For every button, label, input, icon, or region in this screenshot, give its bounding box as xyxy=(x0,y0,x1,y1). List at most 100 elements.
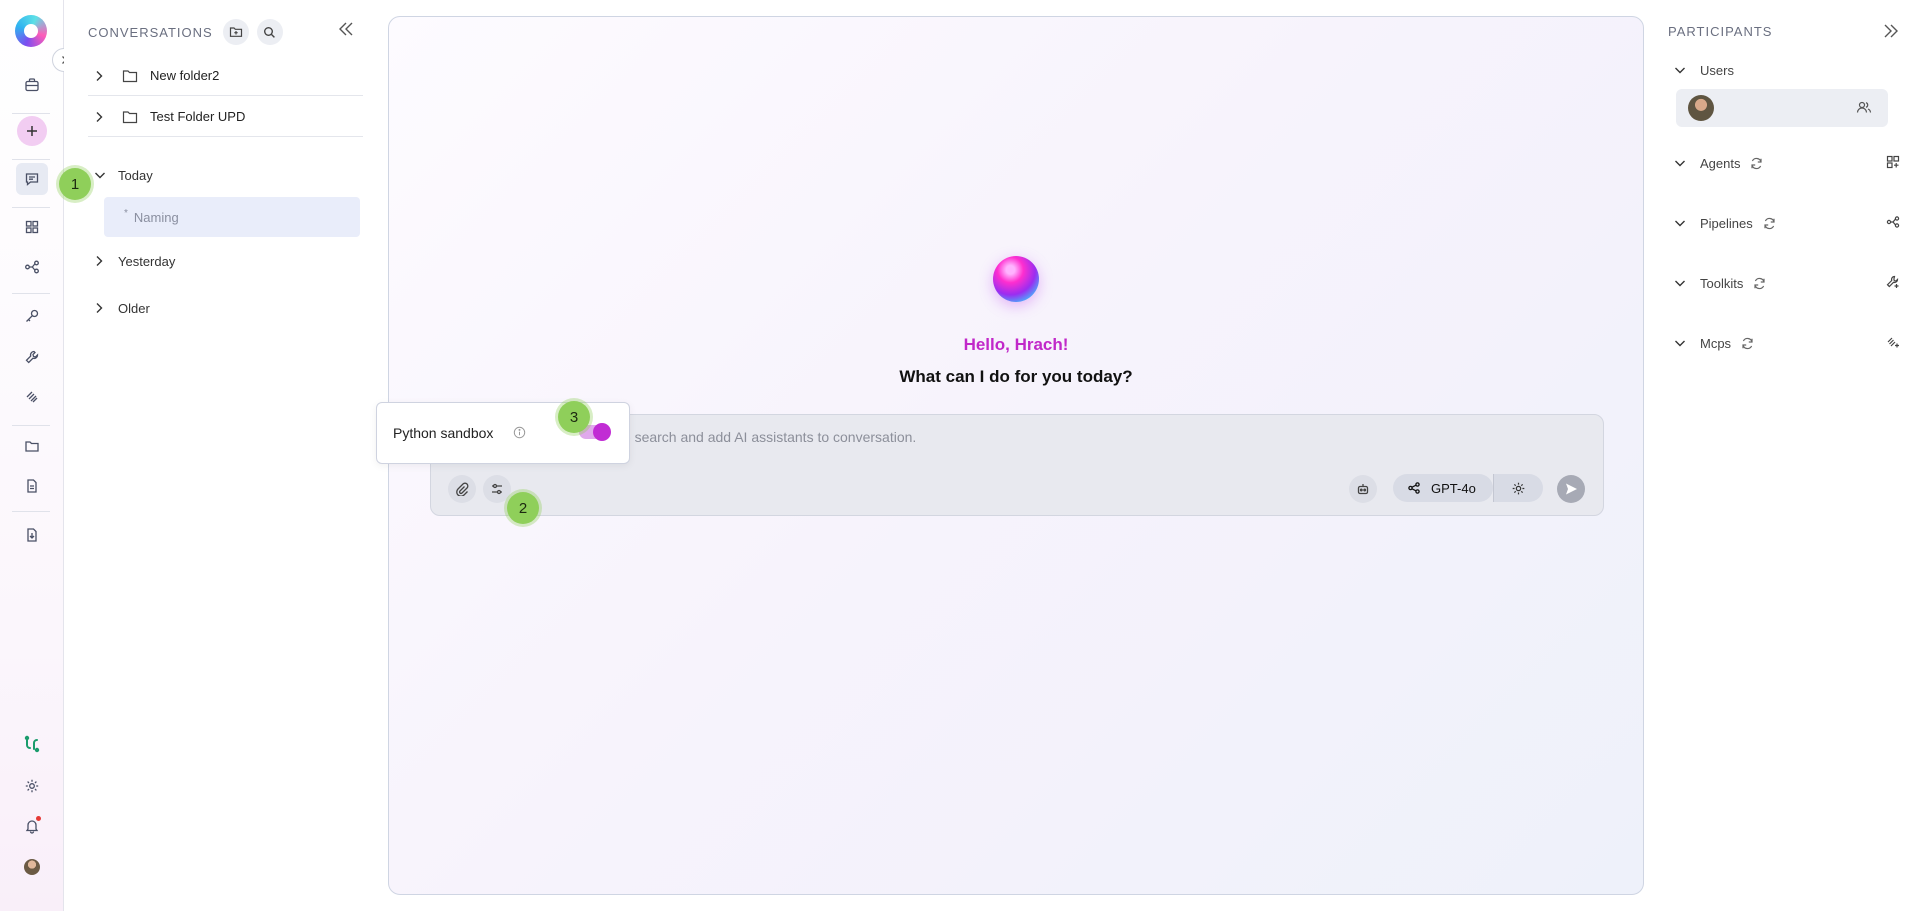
add-pipeline-icon[interactable] xyxy=(1886,215,1900,229)
sliders-icon xyxy=(492,483,502,495)
double-chevron-left-icon xyxy=(339,22,353,36)
participants-title: PARTICIPANTS xyxy=(1668,24,1773,39)
chevron-down-icon xyxy=(1674,218,1700,228)
user-participant-card[interactable] xyxy=(1676,89,1888,127)
python-sandbox-popover: Python sandbox xyxy=(376,402,630,464)
popover-label: Python sandbox xyxy=(393,425,494,441)
send-icon xyxy=(1566,483,1577,495)
file-export-icon[interactable] xyxy=(16,519,48,551)
section-label: Mcps xyxy=(1700,335,1732,351)
mcp-icon[interactable] xyxy=(16,381,48,413)
section-mcps[interactable]: Mcps xyxy=(1674,333,1900,353)
collapse-participants-button[interactable] xyxy=(1882,22,1900,40)
greeting: Hello, Hrach! xyxy=(963,335,1069,354)
search-button[interactable] xyxy=(256,19,283,45)
conversations-sidebar: CONVERSATIONS New folder2 Test Folder UP… xyxy=(64,0,375,911)
info-icon[interactable] xyxy=(513,426,526,439)
chevron-right-icon xyxy=(94,255,118,267)
attach-button[interactable] xyxy=(448,475,476,503)
chat-icon[interactable] xyxy=(16,163,48,195)
avatar xyxy=(24,859,40,875)
add-toolkit-icon[interactable] xyxy=(1886,275,1900,289)
add-mcp-icon[interactable] xyxy=(1886,335,1900,349)
section-agents[interactable]: Agents xyxy=(1674,153,1900,173)
chevron-down-icon xyxy=(1674,65,1700,75)
folder-row[interactable]: New folder2 xyxy=(88,56,363,96)
rail-divider xyxy=(12,425,50,426)
new-conversation-button[interactable] xyxy=(17,116,47,146)
briefcase-icon[interactable] xyxy=(16,69,48,101)
chevron-right-icon xyxy=(94,70,114,82)
search-icon xyxy=(264,26,276,38)
section-label: Users xyxy=(1700,62,1734,78)
integrations-icon[interactable] xyxy=(16,728,48,760)
conversations-title: CONVERSATIONS xyxy=(88,24,213,40)
folder-row[interactable]: Test Folder UPD xyxy=(88,97,363,137)
refresh-icon[interactable] xyxy=(1753,277,1766,290)
paperclip-icon xyxy=(456,482,469,496)
assistant-orb xyxy=(993,256,1039,302)
folder-label: New folder2 xyxy=(150,68,220,83)
conversations-header: CONVERSATIONS xyxy=(88,19,359,45)
app-logo[interactable] xyxy=(15,15,47,47)
robot-icon xyxy=(1357,484,1369,495)
new-folder-button[interactable] xyxy=(222,19,249,45)
rail-divider xyxy=(12,511,50,512)
folder-icon[interactable] xyxy=(16,430,48,462)
gear-icon[interactable] xyxy=(16,770,48,802)
conversation-label: Naming xyxy=(133,209,179,225)
section-label: Agents xyxy=(1700,155,1741,171)
left-rail xyxy=(0,0,64,911)
gear-icon xyxy=(1512,482,1525,494)
group-label: Today xyxy=(118,167,153,183)
refresh-icon[interactable] xyxy=(1741,337,1754,350)
grid-icon[interactable] xyxy=(16,211,48,243)
chevron-right-icon xyxy=(94,302,118,314)
users-icon[interactable] xyxy=(1856,100,1872,114)
section-users[interactable]: Users xyxy=(1674,60,1900,80)
folder-icon xyxy=(122,110,138,124)
section-label: Pipelines xyxy=(1700,215,1753,231)
notification-dot xyxy=(36,816,41,821)
model-selector[interactable]: GPT-4o xyxy=(1393,474,1493,502)
wrench-icon[interactable] xyxy=(16,341,48,373)
rail-divider xyxy=(12,207,50,208)
model-settings-button[interactable] xyxy=(1493,474,1543,502)
share-icon xyxy=(1408,482,1420,494)
document-icon[interactable] xyxy=(16,470,48,502)
pipeline-icon[interactable] xyxy=(16,251,48,283)
unsaved-marker: * xyxy=(124,207,128,219)
refresh-icon[interactable] xyxy=(1763,217,1776,230)
add-agent-button[interactable] xyxy=(1349,475,1377,503)
key-icon[interactable] xyxy=(16,300,48,332)
step-badge-3: 3 xyxy=(558,401,590,433)
add-agent-icon[interactable] xyxy=(1886,155,1900,169)
double-chevron-right-icon xyxy=(1884,24,1898,38)
toggle-knob xyxy=(593,423,611,441)
chevron-right-icon xyxy=(94,111,114,123)
rail-divider xyxy=(12,113,50,114)
user-avatar-button[interactable] xyxy=(16,851,48,883)
group-label: Yesterday xyxy=(118,253,176,269)
model-label: GPT-4o xyxy=(1431,480,1476,496)
refresh-icon[interactable] xyxy=(1750,157,1763,170)
tools-settings-button[interactable] xyxy=(483,475,511,503)
group-older[interactable]: Older xyxy=(94,296,150,320)
conversation-item[interactable]: * Naming xyxy=(104,197,360,237)
rail-divider xyxy=(12,293,50,294)
group-yesterday[interactable]: Yesterday xyxy=(94,249,175,273)
send-button[interactable] xyxy=(1557,475,1585,503)
section-pipelines[interactable]: Pipelines xyxy=(1674,213,1900,233)
prompt-question: What can I do for you today? xyxy=(899,367,1133,386)
chevron-down-icon xyxy=(1674,278,1700,288)
avatar xyxy=(1688,95,1714,121)
bell-icon[interactable] xyxy=(16,810,48,842)
section-toolkits[interactable]: Toolkits xyxy=(1674,273,1900,293)
collapse-sidebar-button[interactable] xyxy=(337,20,355,38)
folder-icon xyxy=(122,69,138,83)
group-today[interactable]: Today xyxy=(94,163,153,187)
rail-divider xyxy=(12,159,50,160)
step-badge-1: 1 xyxy=(59,168,91,200)
message-input[interactable]: to search and add AI assistants to conve… xyxy=(619,429,916,445)
step-badge-2: 2 xyxy=(507,492,539,524)
